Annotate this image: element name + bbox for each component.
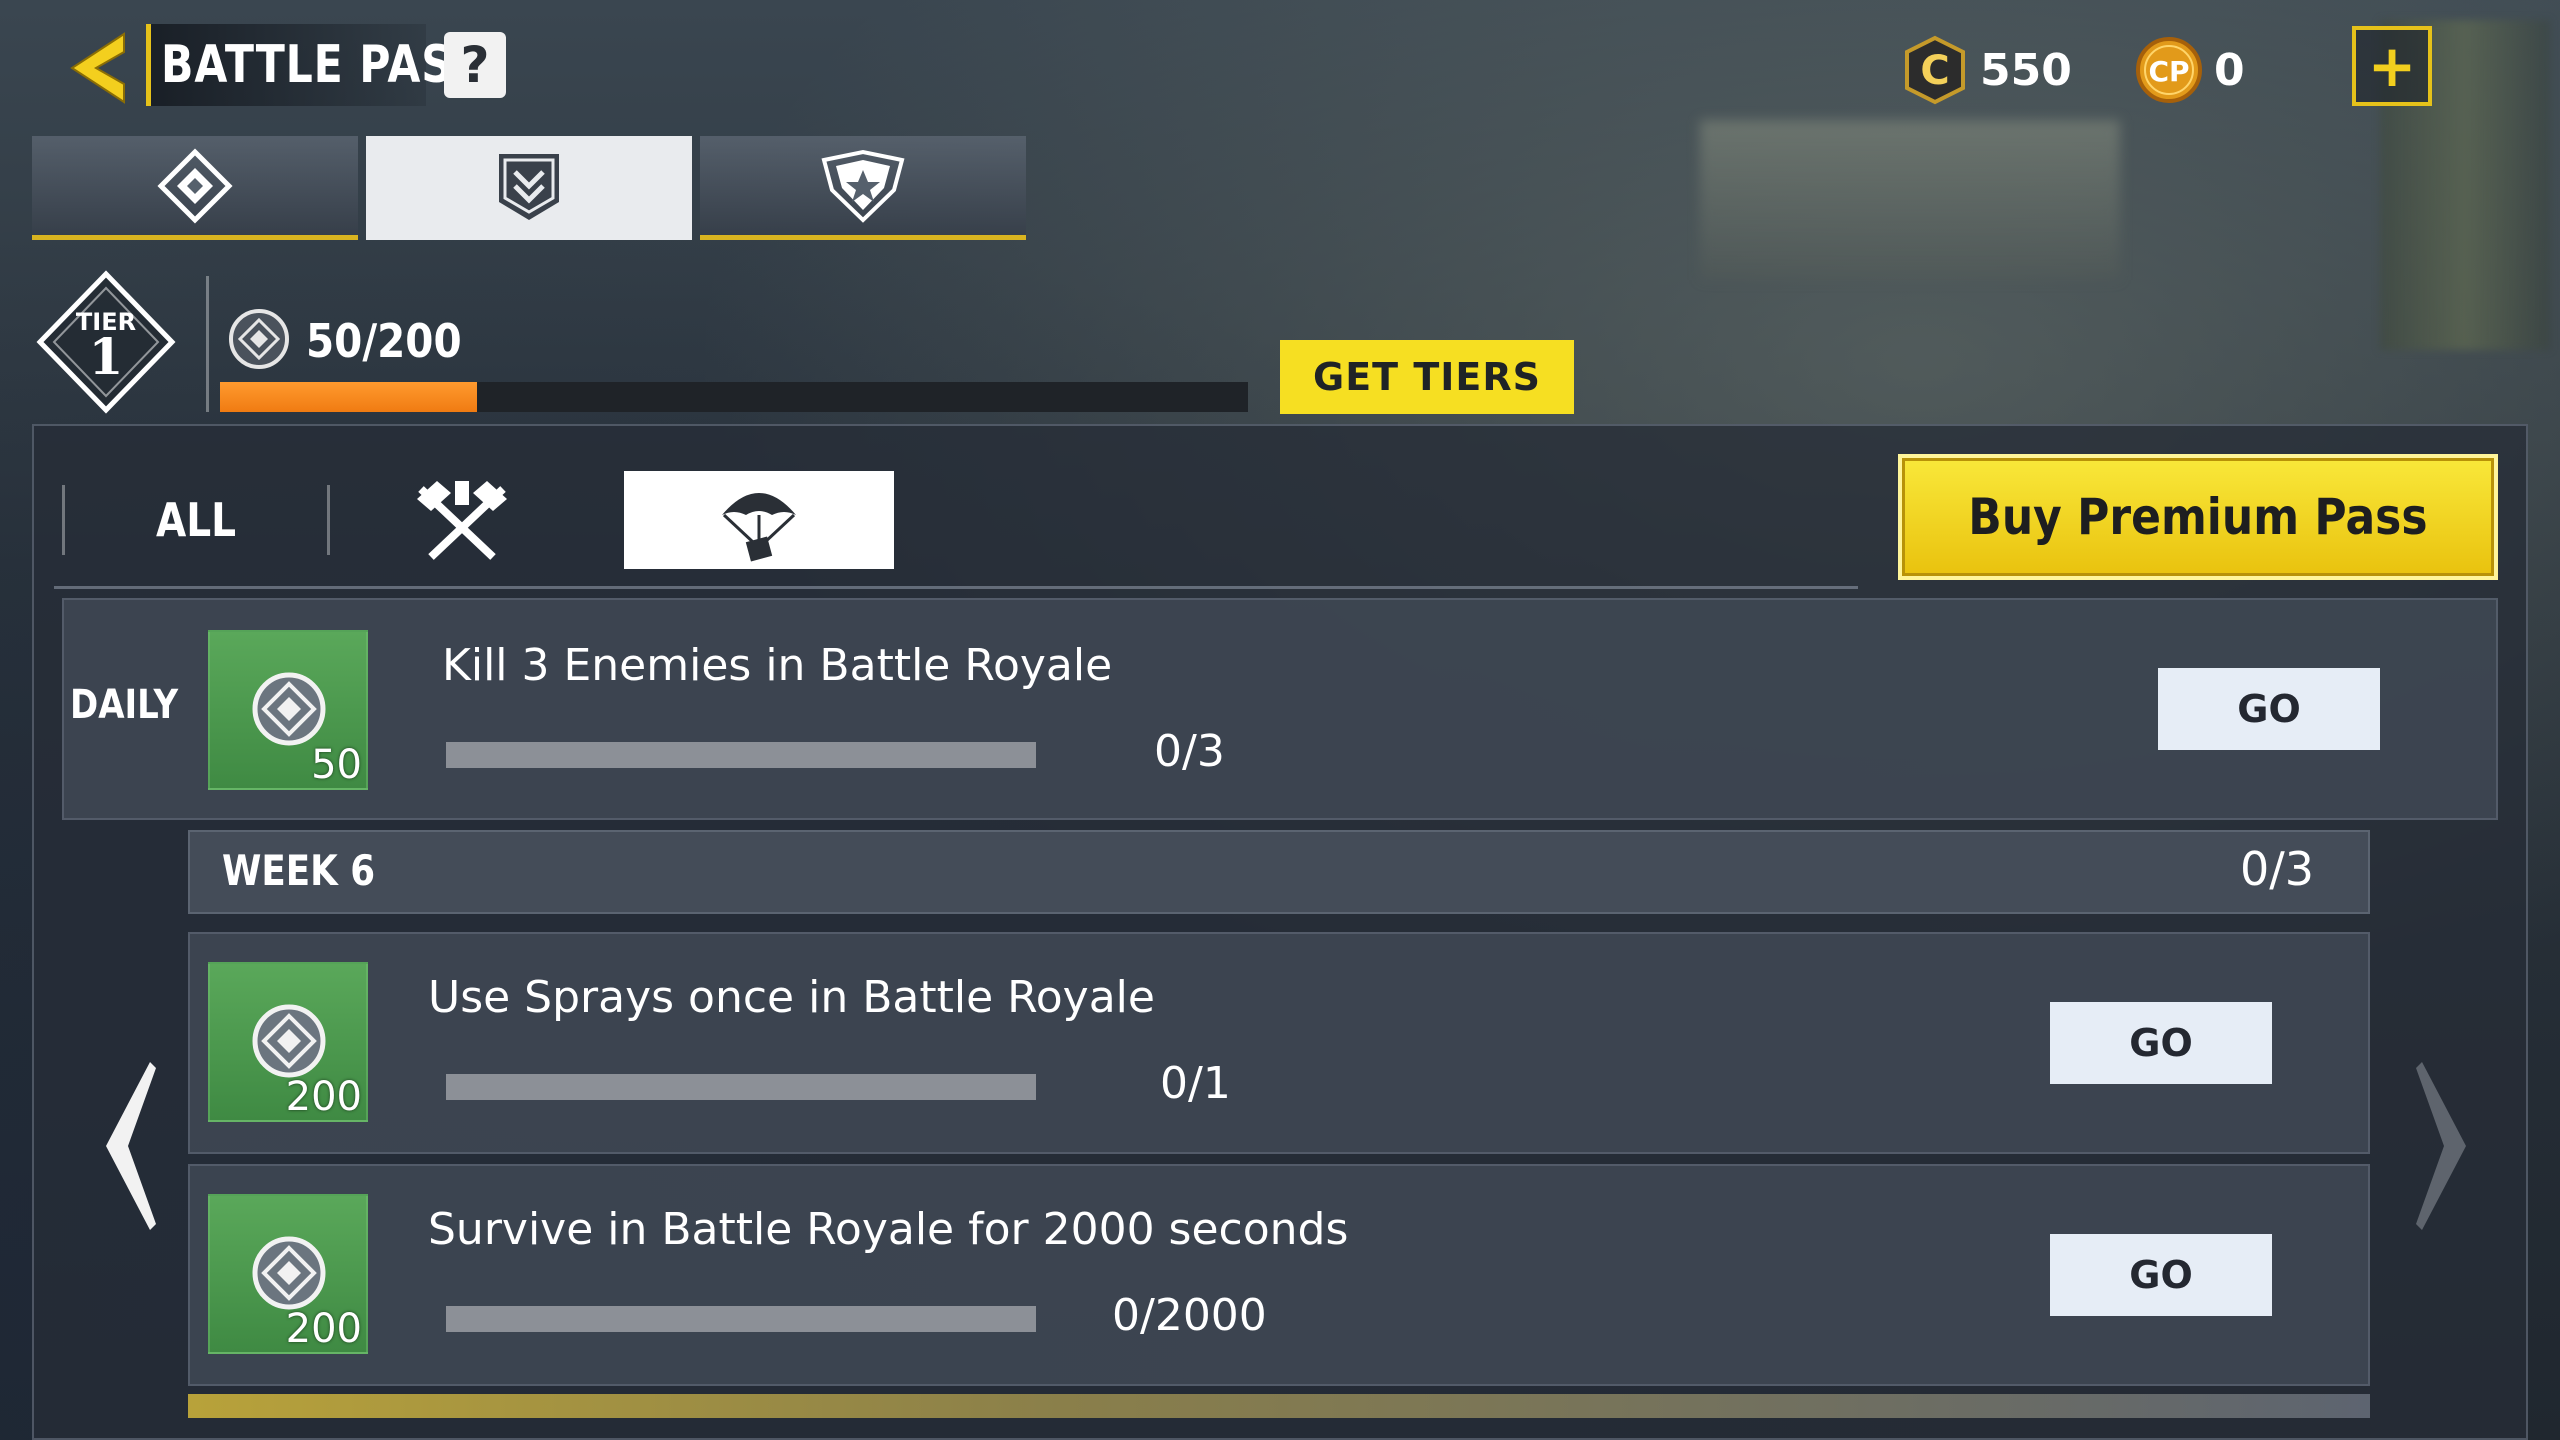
diamond-icon xyxy=(157,147,233,224)
currency-cp: CP 0 xyxy=(2134,28,2245,112)
tier-badge: TIER 1 xyxy=(36,270,176,414)
crossed-weapons-icon xyxy=(417,481,507,560)
back-button[interactable] xyxy=(62,28,142,108)
background-window xyxy=(1700,120,2120,280)
daily-label: DAILY xyxy=(70,682,179,728)
next-arrow-icon[interactable] xyxy=(2400,1056,2480,1236)
reward-value: 200 xyxy=(285,1306,362,1352)
daily-task-card xyxy=(62,598,2498,820)
task-title: Use Sprays once in Battle Royale xyxy=(428,972,1155,1023)
buy-premium-label: Buy Premium Pass xyxy=(1968,488,2428,546)
tier-separator xyxy=(206,276,209,412)
task-progress-bar xyxy=(446,1074,1036,1100)
xp-coin-icon xyxy=(252,1236,326,1310)
week-task-card xyxy=(188,932,2370,1154)
filter-battle-royale[interactable] xyxy=(624,471,894,569)
week-label: WEEK 6 xyxy=(222,846,376,895)
reward-value: 50 xyxy=(311,742,362,788)
currency-credits: C 550 xyxy=(1900,28,2072,112)
c-coin-icon: C xyxy=(1905,35,1965,105)
top-tabs xyxy=(32,136,1026,240)
help-icon: ? xyxy=(460,36,490,94)
filter-all[interactable]: ALL xyxy=(85,493,308,547)
task-count: 0/2000 xyxy=(1112,1290,1267,1341)
parachute-icon xyxy=(722,493,796,562)
plus-icon: + xyxy=(2367,32,2417,100)
page-title: BATTLE PASS xyxy=(161,35,483,95)
shield-star-icon xyxy=(821,149,905,223)
xp-coin-icon xyxy=(252,1004,326,1078)
xp-coin-icon xyxy=(252,672,326,746)
week-count: 0/3 xyxy=(2239,842,2314,896)
filter-underline xyxy=(54,586,1858,589)
xp-progress-bar xyxy=(220,382,1248,412)
tier-value: 1 xyxy=(89,327,124,386)
reward-badge: 50 xyxy=(208,630,368,790)
credits-amount: 550 xyxy=(1980,44,2072,96)
tab-rewards[interactable] xyxy=(700,136,1026,240)
week-task-card xyxy=(188,1164,2370,1386)
filter-row: ALL xyxy=(62,460,894,580)
svg-text:C: C xyxy=(1920,48,1949,94)
week-header xyxy=(188,830,2370,914)
help-button[interactable]: ? xyxy=(444,32,506,98)
cp-amount: 0 xyxy=(2214,44,2245,96)
prev-arrow-icon[interactable] xyxy=(92,1056,172,1236)
task-progress-bar xyxy=(446,1306,1036,1332)
get-tiers-button[interactable]: GET TIERS xyxy=(1280,340,1574,414)
go-button[interactable]: GO xyxy=(2050,1002,2272,1084)
xp-icon xyxy=(229,309,289,369)
xp-progress-text: 50/200 xyxy=(306,314,462,368)
cp-coin-icon: CP xyxy=(2136,37,2202,103)
svg-text:CP: CP xyxy=(2148,55,2189,88)
task-count: 0/1 xyxy=(1160,1058,1231,1109)
reward-badge: 200 xyxy=(208,1194,368,1354)
xp-progress-fill xyxy=(220,382,477,412)
back-arrow-icon xyxy=(70,32,125,104)
go-button[interactable]: GO xyxy=(2158,668,2380,750)
task-title: Survive in Battle Royale for 2000 second… xyxy=(428,1204,1349,1255)
banner-icon xyxy=(499,153,559,220)
next-card-edge xyxy=(188,1394,2370,1418)
add-currency-button[interactable]: + xyxy=(2352,26,2432,106)
reward-badge: 200 xyxy=(208,962,368,1122)
tab-tasks[interactable] xyxy=(366,136,692,240)
go-button[interactable]: GO xyxy=(2050,1234,2272,1316)
filter-multiplayer[interactable] xyxy=(330,471,594,569)
task-progress-bar xyxy=(446,742,1036,768)
title-bar: BATTLE PASS xyxy=(146,24,482,106)
filter-divider xyxy=(62,485,65,555)
buy-premium-pass-button[interactable]: Buy Premium Pass xyxy=(1898,454,2498,580)
reward-value: 200 xyxy=(285,1074,362,1120)
task-count: 0/3 xyxy=(1154,726,1225,777)
task-title: Kill 3 Enemies in Battle Royale xyxy=(442,640,1113,691)
tab-overview[interactable] xyxy=(32,136,358,240)
